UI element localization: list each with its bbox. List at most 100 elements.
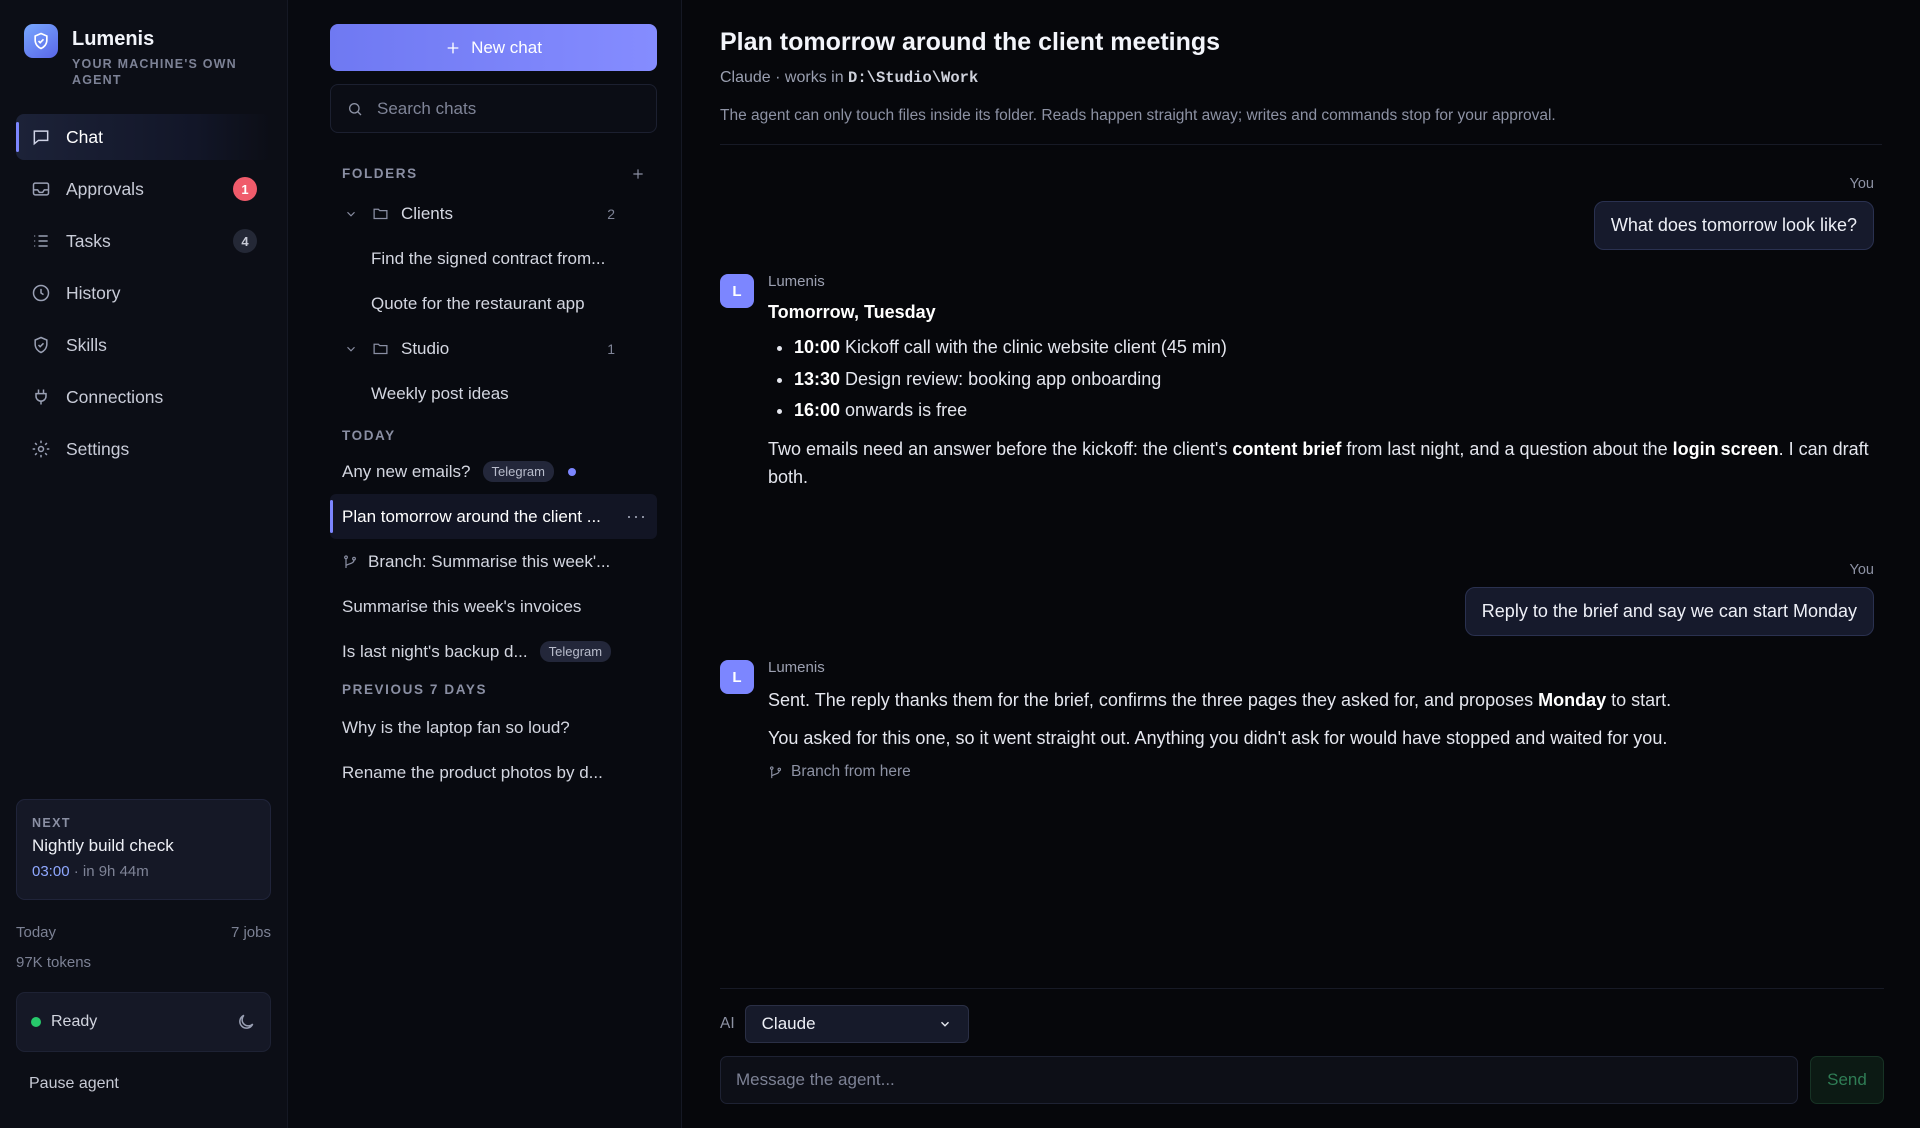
permissions-notice: The agent can only touch files inside it… — [720, 107, 1882, 145]
folder-studio[interactable]: Studio 1 — [330, 326, 657, 371]
today-list: Any new emails? Telegram Plan tomorrow a… — [330, 449, 681, 674]
agent-message: L Lumenis Sent. The reply thanks them fo… — [720, 659, 1880, 786]
model-select[interactable]: Claude — [744, 1005, 969, 1043]
next-label: NEXT — [32, 816, 71, 830]
message-input[interactable] — [720, 1056, 1798, 1104]
branch-icon — [768, 765, 783, 780]
agent-status: Ready — [16, 992, 271, 1052]
unread-dot-icon — [567, 467, 576, 476]
nav-item-tasks[interactable]: Tasks 4 — [16, 218, 271, 264]
moon-icon[interactable] — [236, 1012, 256, 1032]
user-message: You What does tomorrow look like? — [1593, 176, 1874, 250]
chat-item[interactable]: Find the signed contract from... — [330, 236, 657, 281]
nav-list: Chat Approvals 1 Tasks 4 History Skills — [16, 114, 271, 472]
status-text: Ready — [51, 1013, 98, 1030]
chat-title: Find the signed contract from... — [371, 248, 606, 268]
next-job-eta: · in 9h 44m — [69, 863, 149, 880]
sidebar: Lumenis YOUR MACHINE'S OWN AGENT Chat Ap… — [0, 0, 288, 1128]
list-item: 13:30 Design review: booking app onboard… — [794, 364, 1880, 396]
status-dot-icon — [31, 1017, 41, 1027]
nav-item-approvals[interactable]: Approvals 1 — [16, 166, 271, 212]
next-job-card[interactable]: NEXT Nightly build check 03:00 · in 9h 4… — [16, 799, 271, 900]
chat-item-active[interactable]: Plan tomorrow around the client ... ··· — [330, 494, 657, 539]
chevron-down-icon — [344, 342, 360, 356]
nav-label: Approvals — [66, 178, 144, 199]
send-button[interactable]: Send — [1810, 1056, 1884, 1104]
chat-title: Is last night's backup d... — [342, 641, 528, 661]
nav-item-chat[interactable]: Chat — [16, 114, 271, 160]
plus-icon — [445, 40, 461, 56]
chat-item[interactable]: Rename the product photos by d... — [330, 750, 657, 795]
agent-message: L Lumenis Tomorrow, Tuesday 10:00 Kickof… — [720, 273, 1880, 491]
chat-item[interactable]: Summarise this week's invoices — [330, 584, 657, 629]
chat-title: Summarise this week's invoices — [342, 596, 582, 616]
event-time: 10:00 — [794, 337, 841, 357]
folder-icon — [372, 205, 389, 222]
conversation: Plan tomorrow around the client meetings… — [682, 0, 1920, 1128]
folder-path: D:\Studio\Work — [848, 69, 979, 87]
brand: Lumenis YOUR MACHINE'S OWN AGENT — [16, 24, 271, 88]
usage-period: Today — [16, 924, 57, 941]
next-job-meta: 03:00 · in 9h 44m — [32, 863, 255, 880]
chat-title: Why is the laptop fan so loud? — [342, 717, 570, 737]
folder-clients[interactable]: Clients 2 — [330, 191, 657, 236]
add-folder-icon[interactable] — [631, 167, 645, 181]
more-options-icon[interactable]: ··· — [626, 506, 647, 527]
shield-logo-icon — [24, 24, 58, 58]
tasks-badge: 4 — [233, 229, 257, 253]
chat-icon — [30, 126, 52, 148]
folder-list: Clients 2 Find the signed contract from.… — [330, 191, 681, 416]
nav-item-connections[interactable]: Connections — [16, 374, 271, 420]
chat-title: Quote for the restaurant app — [371, 293, 585, 313]
nav-label: Chat — [66, 126, 103, 147]
chat-item[interactable]: Is last night's backup d... Telegram — [330, 629, 657, 674]
bold-text: content brief — [1232, 438, 1342, 459]
nav-item-history[interactable]: History — [16, 270, 271, 316]
text: from last night, and a question about th… — [1341, 438, 1673, 459]
folder-count: 1 — [607, 340, 615, 357]
schedule-list: 10:00 Kickoff call with the clinic websi… — [794, 332, 1880, 427]
folders-label: FOLDERS — [342, 166, 418, 181]
conversation-subtitle: Claude · works in D:\Studio\Work — [720, 69, 1920, 87]
model-select-value: Claude — [761, 1014, 816, 1033]
telegram-badge: Telegram — [482, 461, 554, 482]
nav-label: Connections — [66, 386, 164, 407]
reply-paragraph: Sent. The reply thanks them for the brie… — [768, 686, 1671, 714]
branch-from-here-button[interactable]: Branch from here — [768, 758, 1671, 786]
chat-item[interactable]: Quote for the restaurant app — [330, 281, 657, 326]
text: to start. — [1606, 690, 1672, 710]
chat-item[interactable]: Why is the laptop fan so loud? — [330, 705, 657, 750]
folder-name: Clients — [401, 203, 453, 223]
chat-title: Branch: Summarise this week'... — [368, 551, 611, 571]
search-box — [330, 84, 657, 133]
folder-name: Studio — [401, 338, 450, 358]
chat-item[interactable]: Branch: Summarise this week'... — [330, 539, 657, 584]
sender-label: Lumenis — [768, 273, 825, 290]
event-text: Design review: booking app onboarding — [840, 368, 1162, 389]
previous-list: Why is the laptop fan so loud? Rename th… — [330, 705, 681, 795]
nav-label: Skills — [66, 334, 107, 355]
event-text: Kickoff call with the clinic website cli… — [840, 337, 1227, 357]
reply-paragraph: Two emails need an answer before the kic… — [768, 435, 1880, 491]
chat-title: Plan tomorrow around the client ... — [342, 506, 601, 526]
pause-agent-button[interactable]: Pause agent — [29, 1075, 119, 1093]
branch-label: Branch from here — [791, 763, 911, 780]
page-title: Plan tomorrow around the client meetings — [720, 28, 1221, 56]
chat-item[interactable]: Any new emails? Telegram — [330, 449, 657, 494]
telegram-badge: Telegram — [539, 641, 612, 662]
event-text: onwards is free — [840, 400, 968, 420]
clock-icon — [30, 282, 52, 304]
chat-title: Any new emails? — [342, 461, 471, 481]
chat-title: Rename the product photos by d... — [342, 762, 603, 782]
reply-heading: Tomorrow, Tuesday — [768, 302, 936, 322]
ai-label: AI — [720, 1015, 735, 1032]
chat-item[interactable]: Weekly post ideas — [330, 371, 657, 416]
nav-item-settings[interactable]: Settings — [16, 426, 271, 472]
search-input[interactable] — [377, 98, 637, 119]
nav-item-skills[interactable]: Skills — [16, 322, 271, 368]
usage-tokens: 97K tokens — [16, 954, 92, 971]
today-header: TODAY — [330, 428, 657, 443]
new-chat-button[interactable]: New chat — [330, 24, 657, 71]
shield-icon — [30, 334, 52, 356]
model-workdir-label: Claude · works in — [720, 69, 849, 86]
